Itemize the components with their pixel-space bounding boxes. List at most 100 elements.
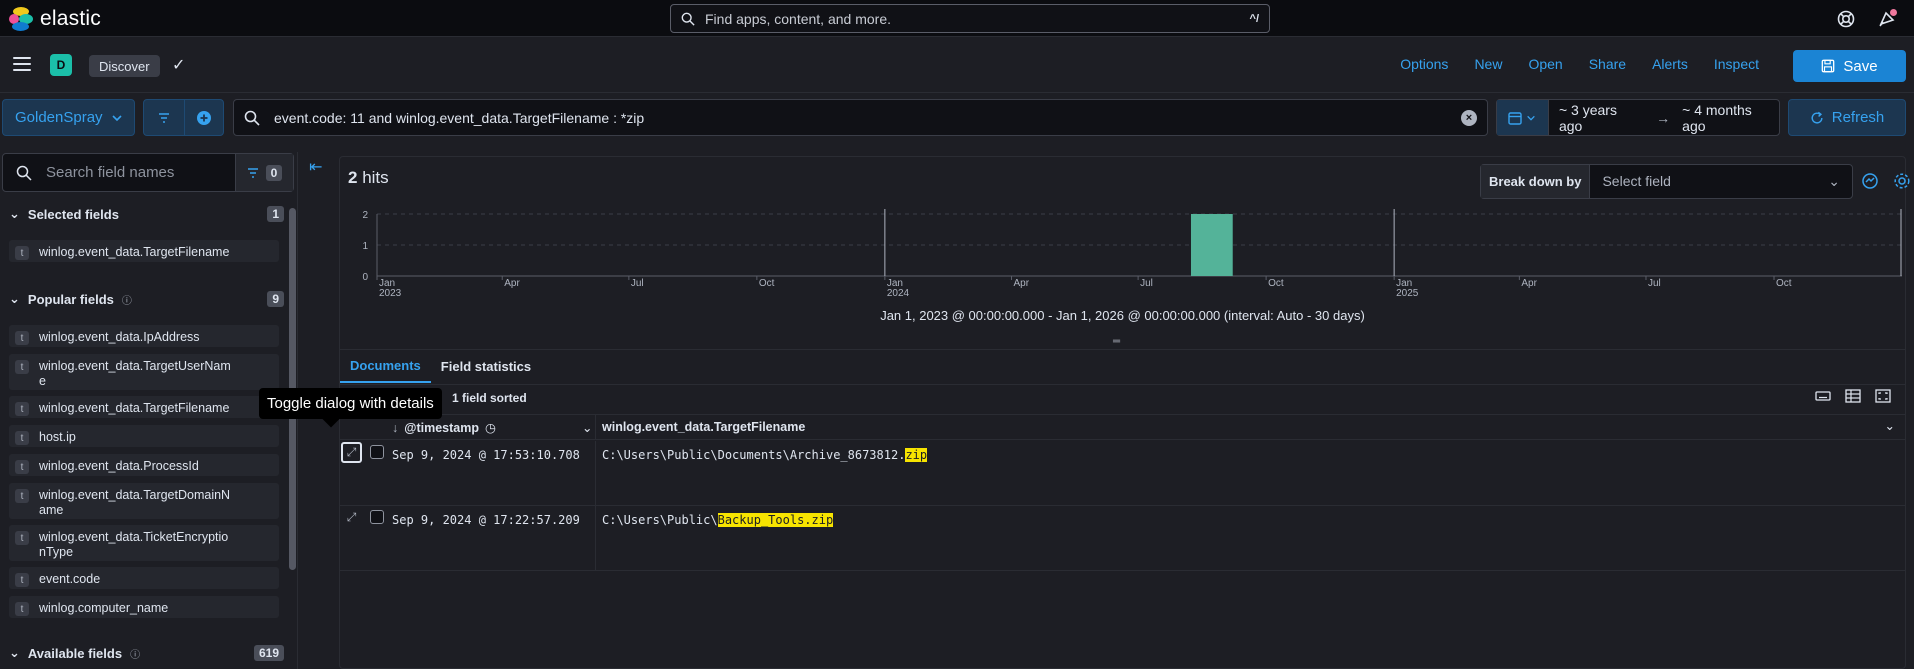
check-icon: ✓: [172, 57, 186, 74]
search-icon: [16, 165, 32, 181]
x-tick-label: Jul: [631, 278, 644, 289]
quick-date-menu-button[interactable]: [1497, 100, 1549, 135]
field-item[interactable]: t winlog.event_data.TargetDomainN ame: [9, 483, 279, 519]
data-view-picker[interactable]: GoldenSpray: [2, 99, 135, 136]
save-label: Save: [1843, 57, 1878, 75]
date-range: ~ 3 years ago → ~ 4 months ago: [1549, 102, 1779, 134]
file-path: C:\Users\Public\Documents\Archive_867381…: [602, 448, 906, 462]
chevron-down-icon: ⌄: [9, 645, 20, 660]
inspect-link[interactable]: Inspect: [1714, 56, 1759, 72]
search-icon: [681, 12, 695, 26]
date-end[interactable]: ~ 4 months ago: [1682, 102, 1779, 134]
new-link[interactable]: New: [1474, 56, 1502, 72]
chevron-down-icon[interactable]: ⌄: [1885, 418, 1895, 433]
column-header-targetfilename[interactable]: winlog.event_data.TargetFilename: [602, 420, 805, 434]
row-timestamp: Sep 9, 2024 @ 17:53:10.708: [392, 448, 580, 462]
filter-menu-button[interactable]: [144, 100, 184, 135]
alerts-link[interactable]: Alerts: [1652, 56, 1688, 72]
tab-field-statistics[interactable]: Field statistics: [431, 350, 541, 383]
collapse-sidebar-icon[interactable]: ⇤: [309, 157, 322, 177]
elastic-logo[interactable]: elastic: [9, 7, 101, 31]
clear-query-icon[interactable]: ×: [1461, 109, 1477, 126]
chevron-down-icon[interactable]: ⌄: [582, 420, 592, 435]
string-type-icon: t: [15, 573, 29, 587]
field-item[interactable]: t winlog.event_data.TargetFilename: [9, 396, 279, 418]
column-separator: [595, 441, 596, 505]
sort-indicator[interactable]: 1 field sorted: [452, 391, 527, 405]
add-filter-button[interactable]: [183, 100, 224, 135]
date-start[interactable]: ~ 3 years ago: [1559, 102, 1644, 134]
hits-label: hits: [362, 168, 389, 187]
column-header-timestamp[interactable]: ↓ @timestamp ◷ ⌄: [392, 420, 592, 436]
field-item[interactable]: t event.code: [9, 567, 279, 589]
field-item[interactable]: t winlog.event_data.TargetUserNam e: [9, 354, 279, 390]
x-tick-label: Jul: [1648, 278, 1661, 289]
menu-icon[interactable]: [13, 57, 31, 71]
date-picker: ~ 3 years ago → ~ 4 months ago: [1496, 99, 1780, 136]
refresh-button[interactable]: Refresh: [1788, 99, 1906, 136]
field-name: event.code: [39, 572, 101, 586]
breakdown-placeholder: Select field: [1602, 173, 1671, 189]
gear-icon[interactable]: [1893, 172, 1911, 190]
field-name: winlog.event_data.TargetDomainN ame: [39, 488, 231, 517]
global-search-input[interactable]: [705, 10, 1250, 27]
visualize-icon[interactable]: [1861, 172, 1879, 190]
field-type-filter-button[interactable]: 0: [235, 154, 293, 191]
info-icon: ⓘ: [130, 649, 141, 661]
query-bar: GoldenSpray event.code: 11 and winlog.ev…: [0, 93, 1914, 143]
field-item[interactable]: t winlog.computer_name: [9, 596, 279, 618]
query-text[interactable]: event.code: 11 and winlog.event_data.Tar…: [274, 110, 1461, 126]
save-button[interactable]: Save: [1793, 50, 1906, 82]
row-targetfilename: C:\Users\Public\Backup_Tools.zip: [602, 513, 834, 527]
string-type-icon: t: [15, 331, 29, 345]
expand-icon[interactable]: ⤢: [341, 507, 362, 528]
options-link[interactable]: Options: [1400, 56, 1448, 72]
divider: [340, 384, 1905, 385]
available-fields-header[interactable]: ⌄ Available fields ⓘ 619: [9, 645, 284, 661]
selected-fields-header[interactable]: ⌄ Selected fields 1: [9, 206, 284, 222]
refresh-label: Refresh: [1831, 109, 1885, 126]
field-name: host.ip: [39, 430, 76, 444]
field-search[interactable]: 0: [2, 153, 294, 192]
keyboard-icon[interactable]: [1815, 389, 1831, 403]
field-item[interactable]: t winlog.event_data.ProcessId: [9, 454, 279, 476]
expand-icon[interactable]: ⤢: [341, 442, 362, 463]
breakdown-selector[interactable]: Break down by Select field ⌄: [1480, 164, 1853, 199]
selected-fields-title: Selected fields: [27, 206, 119, 222]
table-density-icon[interactable]: [1845, 389, 1861, 403]
kql-query-input[interactable]: event.code: 11 and winlog.event_data.Tar…: [233, 99, 1488, 136]
resize-handle[interactable]: ═: [1113, 336, 1125, 347]
fullscreen-icon[interactable]: [1875, 389, 1891, 403]
save-icon: [1822, 59, 1835, 73]
divider: [340, 349, 1905, 350]
string-type-icon: t: [15, 360, 29, 374]
tab-documents[interactable]: Documents: [340, 350, 431, 383]
breakdown-select[interactable]: Select field ⌄: [1590, 173, 1852, 190]
news-feed-icon[interactable]: [1877, 9, 1897, 29]
row-checkbox[interactable]: [370, 445, 384, 459]
popular-fields-count: 9: [267, 291, 284, 307]
row-checkbox[interactable]: [370, 510, 384, 524]
x-tick-year-label: 2025: [1396, 288, 1419, 299]
space-avatar[interactable]: D: [50, 54, 72, 76]
field-item[interactable]: t winlog.event_data.TargetFilename: [9, 240, 279, 262]
field-search-input[interactable]: [46, 164, 246, 181]
field-item[interactable]: t winlog.event_data.IpAddress: [9, 325, 279, 347]
x-tick-label: Apr: [1521, 278, 1537, 289]
field-name: winlog.event_data.TargetFilename: [39, 245, 230, 259]
open-link[interactable]: Open: [1528, 56, 1562, 72]
highlight-match: Backup_Tools.zip: [717, 513, 834, 527]
breadcrumb-discover[interactable]: Discover: [89, 55, 160, 77]
filter-count-badge: 0: [265, 164, 283, 181]
help-icon[interactable]: [1836, 9, 1856, 29]
field-item[interactable]: t winlog.event_data.TicketEncryptio nType: [9, 525, 279, 561]
popular-fields-header[interactable]: ⌄ Popular fields ⓘ 9: [9, 291, 284, 307]
field-item[interactable]: t host.ip: [9, 425, 279, 447]
string-type-icon: t: [15, 460, 29, 474]
table-row: ⤢ Sep 9, 2024 @ 17:22:57.209 C:\Users\Pu…: [340, 506, 1905, 571]
filter-controls: [143, 99, 224, 136]
clock-icon: ◷: [484, 421, 496, 435]
x-tick-label: Oct: [1776, 278, 1792, 289]
share-link[interactable]: Share: [1589, 56, 1626, 72]
global-search[interactable]: ^/: [670, 4, 1270, 33]
